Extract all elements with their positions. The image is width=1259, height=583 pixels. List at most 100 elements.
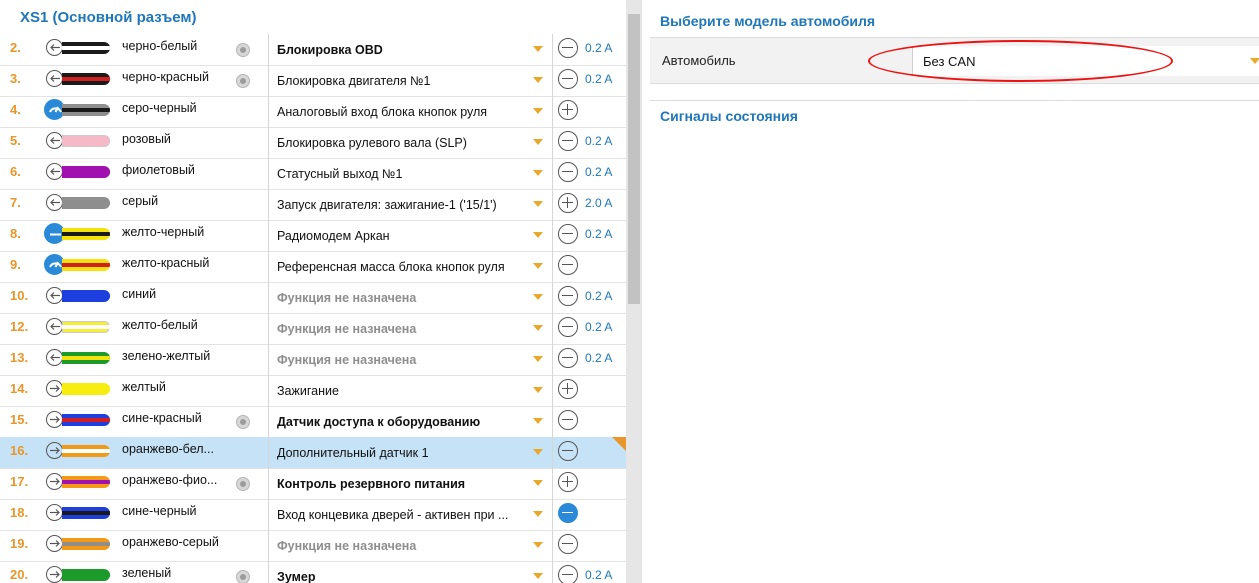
minus-polarity-icon[interactable]	[558, 38, 578, 58]
function-select[interactable]: Блокировка рулевого вала (SLP)	[268, 127, 553, 158]
function-select[interactable]: Вход концевика дверей - активен при ...	[268, 499, 553, 530]
chevron-down-icon[interactable]	[533, 449, 543, 455]
wire-color-swatch	[62, 104, 110, 116]
pin-row[interactable]: 6. фиолетовый Статусный выход №1 0.2 A	[0, 158, 626, 190]
settings-gear-icon[interactable]	[236, 477, 250, 491]
minus-polarity-icon[interactable]	[558, 69, 578, 89]
function-select[interactable]: Датчик доступа к оборудованию	[268, 406, 553, 437]
chevron-down-icon[interactable]	[533, 480, 543, 486]
pin-row[interactable]: 3. черно-красный Блокировка двигателя №1 0.…	[0, 65, 626, 97]
vehicle-panel: Выберите модель автомобиля Автомобиль Бе…	[650, 0, 1259, 583]
pin-number: 15.	[10, 412, 29, 427]
settings-gear-icon[interactable]	[236, 415, 250, 429]
plus-polarity-icon[interactable]	[558, 472, 578, 492]
pin-row[interactable]: 7. серый Запуск двигателя: зажигание-1 ('1…	[0, 189, 626, 221]
function-select[interactable]: Зумер	[268, 561, 553, 583]
scrollbar-thumb[interactable]	[628, 14, 640, 304]
pin-row[interactable]: 19. оранжево-серый Функция не назначена	[0, 530, 626, 562]
minus-polarity-icon[interactable]	[558, 348, 578, 368]
pin-number: 12.	[10, 319, 29, 334]
pin-row[interactable]: 9. желто-красный Референсная масса блока к…	[0, 251, 626, 283]
pin-row[interactable]: 16. оранжево-бел... Дополнительный датчик …	[0, 437, 626, 469]
chevron-down-icon[interactable]	[533, 511, 543, 517]
chevron-down-icon[interactable]	[1250, 58, 1259, 64]
plus-polarity-icon[interactable]	[558, 100, 578, 120]
wire-stripe	[62, 573, 110, 577]
function-select[interactable]: Блокировка OBD	[268, 34, 553, 65]
chevron-down-icon[interactable]	[533, 263, 543, 269]
pin-row[interactable]: 2. черно-белый Блокировка OBD 0.2 A	[0, 34, 626, 66]
chevron-down-icon[interactable]	[533, 46, 543, 52]
function-value: Запуск двигателя: зажигание-1 ('15/1')	[277, 198, 497, 212]
plus-polarity-icon[interactable]	[558, 379, 578, 399]
minus-polarity-icon[interactable]	[558, 410, 578, 430]
wire-color-label: черно-красный	[122, 70, 209, 84]
function-select[interactable]: Функция не назначена	[268, 344, 553, 375]
function-select[interactable]: Дополнительный датчик 1	[268, 437, 553, 468]
pin-row[interactable]: 17. оранжево-фио... Контроль резервного пи…	[0, 468, 626, 500]
pin-row[interactable]: 12. желто-белый Функция не назначена 0.2 A	[0, 313, 626, 345]
chevron-down-icon[interactable]	[533, 542, 543, 548]
function-select[interactable]: Радиомодем Аркан	[268, 220, 553, 251]
pin-row[interactable]: 5. розовый Блокировка рулевого вала (SLP) 0…	[0, 127, 626, 159]
settings-gear-icon[interactable]	[236, 74, 250, 88]
output-arrow-icon	[46, 318, 63, 335]
minus-polarity-icon[interactable]	[558, 441, 578, 461]
minus-polarity-icon[interactable]	[558, 317, 578, 337]
chevron-down-icon[interactable]	[533, 170, 543, 176]
function-select[interactable]: Функция не назначена	[268, 530, 553, 561]
chevron-down-icon[interactable]	[533, 356, 543, 362]
pin-row[interactable]: 10. синий Функция не назначена 0.2 A	[0, 282, 626, 314]
wire-stripe	[62, 108, 110, 112]
pin-row[interactable]: 15. сине-красный Датчик доступа к оборудов…	[0, 406, 626, 438]
chevron-down-icon[interactable]	[533, 418, 543, 424]
wire-color-label: серый	[122, 194, 159, 208]
function-select[interactable]: Запуск двигателя: зажигание-1 ('15/1')	[268, 189, 553, 220]
chevron-down-icon[interactable]	[533, 139, 543, 145]
function-value: Контроль резервного питания	[277, 477, 466, 491]
minus-polarity-icon[interactable]	[558, 224, 578, 244]
pin-row[interactable]: 14. желтый Зажигание	[0, 375, 626, 407]
pin-row[interactable]: 8. желто-черный Радиомодем Аркан 0.2 A	[0, 220, 626, 252]
function-select[interactable]: Контроль резервного питания	[268, 468, 553, 499]
pin-row[interactable]: 13. зелено-желтый Функция не назначена 0.2 …	[0, 344, 626, 376]
minus-polarity-icon[interactable]	[558, 131, 578, 151]
function-value: Радиомодем Аркан	[277, 229, 390, 243]
function-select[interactable]: Блокировка двигателя №1	[268, 65, 553, 96]
output-arrow-icon	[46, 39, 63, 56]
chevron-down-icon[interactable]	[533, 573, 543, 579]
output-arrow-icon	[46, 194, 63, 211]
chevron-down-icon[interactable]	[533, 77, 543, 83]
chevron-down-icon[interactable]	[533, 232, 543, 238]
wire-color-label: желто-красный	[122, 256, 210, 270]
chevron-down-icon[interactable]	[533, 387, 543, 393]
function-select[interactable]: Аналоговый вход блока кнопок руля	[268, 96, 553, 127]
chevron-down-icon[interactable]	[533, 294, 543, 300]
chevron-down-icon[interactable]	[533, 325, 543, 331]
minus-polarity-icon[interactable]	[558, 162, 578, 182]
pin-row[interactable]: 4. серо-черный Аналоговый вход блока кнопо…	[0, 96, 626, 128]
pin-row[interactable]: 18. сине-черный Вход концевика дверей - ак…	[0, 499, 626, 531]
wire-stripe	[62, 356, 110, 360]
function-select[interactable]: Референсная масса блока кнопок руля	[268, 251, 553, 282]
minus-polarity-icon[interactable]	[558, 565, 578, 583]
minus-polarity-icon[interactable]	[558, 255, 578, 275]
minus-polarity-icon[interactable]	[558, 503, 578, 523]
chevron-down-icon[interactable]	[533, 108, 543, 114]
connector-panel: XS1 (Основной разъем) 2. черно-белый Блоки…	[0, 0, 626, 583]
plus-polarity-icon[interactable]	[558, 193, 578, 213]
function-select[interactable]: Функция не назначена	[268, 313, 553, 344]
wire-color-label: зеленый	[122, 566, 172, 580]
divider	[650, 100, 1259, 101]
current-rating: 0.2 A	[585, 72, 613, 86]
chevron-down-icon[interactable]	[533, 201, 543, 207]
function-select[interactable]: Функция не назначена	[268, 282, 553, 313]
pin-number: 8.	[10, 226, 21, 241]
function-select[interactable]: Зажигание	[268, 375, 553, 406]
minus-polarity-icon[interactable]	[558, 286, 578, 306]
pin-row[interactable]: 20. зеленый Зумер 0.2 A	[0, 561, 626, 583]
function-select[interactable]: Статусный выход №1	[268, 158, 553, 189]
settings-gear-icon[interactable]	[236, 43, 250, 57]
settings-gear-icon[interactable]	[236, 570, 250, 583]
minus-polarity-icon[interactable]	[558, 534, 578, 554]
